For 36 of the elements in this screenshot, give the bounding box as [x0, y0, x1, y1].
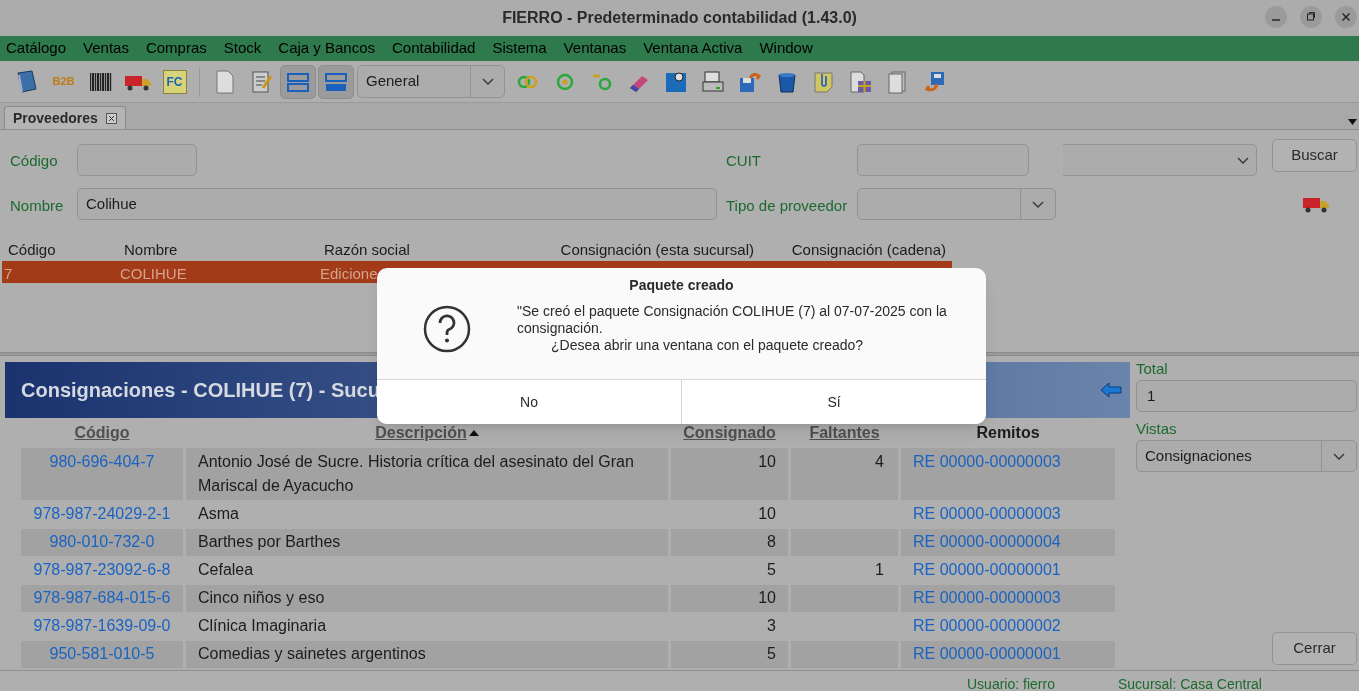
description-text: Clínica Imaginaria — [198, 616, 327, 636]
quantity-text: 10 — [758, 504, 776, 524]
quantity-text: 3 — [767, 616, 776, 636]
table-cell-text: 7 — [4, 264, 13, 284]
combo-value: Consignaciones — [1144, 445, 1253, 466]
table-cell: 4 — [791, 448, 898, 500]
tab-label: Proveedores — [13, 108, 98, 128]
field-label: Tipo de proveedor — [726, 196, 848, 216]
status-text: Usuario: fierro — [967, 675, 1055, 691]
field-label: Vistas — [1136, 419, 1178, 439]
table-cell: Barthes por Barthes — [186, 529, 668, 556]
input-value: 1 — [1147, 385, 1156, 406]
missing-text: 1 — [875, 560, 884, 580]
table-cell: Comedias y sainetes argentinos — [186, 641, 668, 668]
input-value: Colihue — [85, 193, 137, 214]
table-cell: 10 — [671, 585, 788, 612]
dialog-question: ¿Desea abrir una ventana con el paquete creado? — [550, 337, 865, 354]
status-text: Sucursal: Casa Central — [1118, 675, 1262, 691]
field-label: Total — [1136, 359, 1169, 379]
dialog-message: "Se creó el paquete Consignación COLIHUE (7) al 07-07-2025 con la consignación. — [517, 303, 948, 337]
table-cell-text: COLIHUE — [120, 264, 187, 284]
description-text: Asma — [198, 504, 239, 524]
table-cell: Antonio José de Sucre. Historia crítica del asesinato del Gran Mariscal de Ayacucho — [186, 448, 668, 500]
table-cell: 10 — [671, 448, 788, 500]
description-text: Cefalea — [198, 560, 254, 580]
field-label: Código — [10, 151, 58, 171]
table-cell: 8 — [671, 529, 788, 556]
field-label: CUIT — [726, 151, 761, 171]
combo-value: General — [365, 71, 421, 92]
table-cell: Cinco niños y eso — [186, 585, 668, 612]
dialog-title: Paquete creado — [628, 276, 735, 295]
table-cell: 5 — [671, 641, 788, 668]
field-label: Nombre — [10, 196, 64, 216]
table-cell-text: Edicione — [320, 264, 378, 284]
quantity-text: 5 — [767, 560, 776, 580]
window-title: FIERRO - Predeterminado contabilidad (1.43.0) — [502, 8, 857, 28]
